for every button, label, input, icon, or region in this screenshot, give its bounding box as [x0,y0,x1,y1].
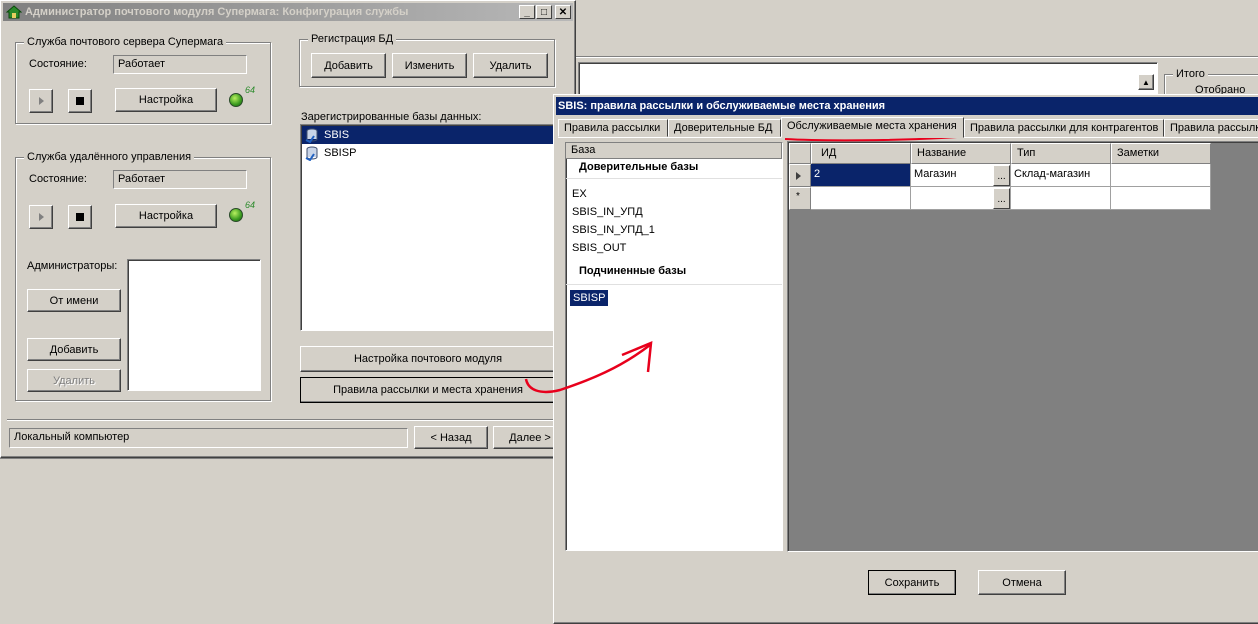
remote-settings-button[interactable]: Настройка [115,204,217,228]
new-cell-name-ellipsis-button[interactable]: ... [993,188,1010,209]
database-icon [304,127,320,144]
mail-state-label: Состояние: [29,58,87,70]
as-user-button[interactable]: От имени [27,289,121,312]
storage-grid[interactable]: ИД Название Тип Заметки 2 Магазин ... Ск… [787,141,1258,552]
dialog-title-bar: SBIS: правила рассылки и обслуживаемые м… [556,97,1258,115]
play-icon [38,97,44,105]
save-button[interactable]: Сохранить [868,570,956,595]
remote-state-field: Работает [113,170,247,189]
bottom-separator [7,419,571,421]
main-window: Администратор почтового модуля Супермага… [0,0,576,458]
tab-trusted-dbs[interactable]: Доверительные БД [668,119,781,137]
trusted-bases-title: Доверительные базы [566,159,782,179]
remote-service-title: Служба удалённого управления [24,151,195,163]
db-registration-title: Регистрация БД [308,33,397,45]
status-field: Локальный компьютер [9,428,408,448]
db-list-item-label: SBISP [324,147,357,159]
stop-icon [76,97,84,105]
new-cell-notes[interactable] [1111,187,1211,210]
row-indicator[interactable] [789,164,811,187]
close-button[interactable]: ✕ [555,5,571,19]
back-button[interactable]: < Назад [414,426,488,449]
dialog-title: SBIS: правила рассылки и обслуживаемые м… [558,100,886,112]
bases-list[interactable]: База Доверительные базы EX SBIS_IN_УПД S… [565,142,783,551]
base-item-sbis-in-upd-1[interactable]: SBIS_IN_УПД_1 [566,221,782,239]
cancel-button[interactable]: Отмена [978,570,1066,595]
mail-stop-button[interactable] [68,89,92,113]
grid-corner [789,143,811,164]
remote-stop-button[interactable] [68,205,92,229]
background-grid [578,62,1158,96]
mail-settings-button[interactable]: Настройка [115,88,217,112]
sub-bases-title: Подчиненные базы [566,263,782,285]
minimize-button[interactable]: _ [519,5,535,19]
registered-dbs-list[interactable]: SBIS SBISP [300,124,558,331]
grid-header-type[interactable]: Тип [1011,143,1111,164]
app-icon [5,5,23,19]
tab-contractor-rules[interactable]: Правила рассылки для контрагентов [964,119,1164,137]
db-delete-button[interactable]: Удалить [473,53,548,78]
db-add-button[interactable]: Добавить [311,53,386,78]
cell-name-ellipsis-button[interactable]: ... [993,165,1010,186]
db-list-item-sbis[interactable]: SBIS [302,126,556,144]
stop-icon [76,213,84,221]
new-cell-type[interactable] [1011,187,1111,210]
base-item-sbis-out[interactable]: SBIS_OUT [566,239,782,257]
play-icon [38,213,44,221]
base-item-sbisp[interactable]: SBISP [570,290,609,306]
tab-storage-places[interactable]: Обслуживаемые места хранения [781,117,964,138]
cell-id[interactable]: 2 [811,164,911,187]
tab-strip: Правила рассылки Доверительные БД Обслуж… [558,117,1258,138]
db-list-item-sbisp[interactable]: SBISP [302,144,556,162]
admin-add-button[interactable]: Добавить [27,338,121,361]
maximize-button[interactable]: □ [536,5,552,19]
grid-header-notes[interactable]: Заметки [1111,143,1211,164]
cell-notes[interactable] [1111,164,1211,187]
main-title-bar: Администратор почтового модуля Супермага… [3,3,573,21]
background-separator [576,56,1258,58]
mail-led-number: 64 [245,85,256,95]
db-edit-button[interactable]: Изменить [392,53,467,78]
base-item-ex[interactable]: EX [566,185,782,203]
cell-type[interactable]: Склад-магазин [1011,164,1111,187]
bases-header[interactable]: База [566,143,782,159]
mail-service-title: Служба почтового сервера Супермага [24,36,227,48]
remote-state-label: Состояние: [29,173,87,185]
main-window-title: Администратор почтового модуля Супермага… [25,6,409,18]
admin-delete-button[interactable]: Удалить [27,369,121,392]
rules-and-storage-button[interactable]: Правила рассылки и места хранения [300,377,556,403]
database-icon [304,145,320,162]
admins-list[interactable] [127,259,261,391]
db-list-item-label: SBIS [324,129,350,141]
remote-status-led-icon [229,208,243,222]
admins-label: Администраторы: [27,260,118,272]
current-row-icon [796,172,801,180]
background-scroll-up[interactable]: ▲ [1138,74,1154,90]
grid-header-name[interactable]: Название [911,143,1011,164]
total-label: Итого [1173,68,1208,80]
mail-play-button[interactable] [29,89,53,113]
background-app: ▲ Итого Отобрано [576,0,1258,104]
grid-header-id[interactable]: ИД [811,143,911,164]
remote-led-number: 64 [245,200,256,210]
base-item-sbis-in-upd[interactable]: SBIS_IN_УПД [566,203,782,221]
mail-module-settings-button[interactable]: Настройка почтового модуля [300,346,556,372]
desktop-area [0,458,556,620]
tab-more-rules[interactable]: Правила рассылк [1164,119,1258,137]
mail-state-field: Работает [113,55,247,74]
mail-status-led-icon [229,93,243,107]
new-cell-id[interactable] [811,187,911,210]
registered-dbs-label: Зарегистрированные базы данных: [301,111,482,123]
remote-play-button[interactable] [29,205,53,229]
new-row-indicator[interactable]: * [789,187,811,210]
tab-rules[interactable]: Правила рассылки [558,119,668,137]
rules-dialog: SBIS: правила рассылки и обслуживаемые м… [553,94,1258,624]
